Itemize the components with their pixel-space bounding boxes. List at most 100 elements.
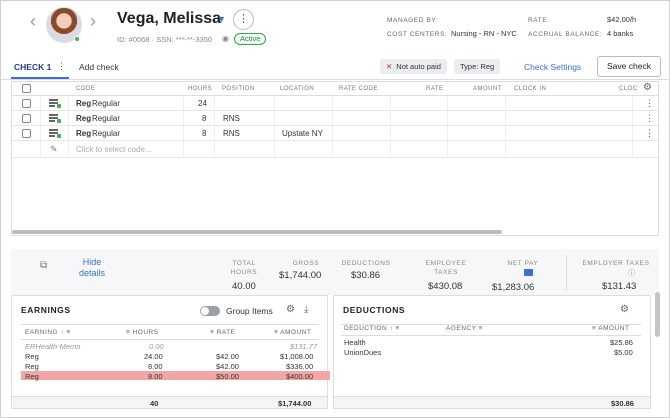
total-hours-value: 40.00 xyxy=(232,281,256,292)
filter-icon[interactable]: ≡ xyxy=(479,325,483,332)
col-hours[interactable]: ≡ HOURS xyxy=(126,329,159,336)
earning-row-amount: $131.77 xyxy=(290,342,318,351)
col-earning[interactable]: EARNING ↑ ≡ xyxy=(25,329,71,336)
col-amount[interactable]: AMOUNT xyxy=(473,86,502,92)
row-checkbox[interactable] xyxy=(22,129,31,138)
filter-icon[interactable]: ≡ xyxy=(67,329,71,336)
row-hours[interactable]: 24 xyxy=(198,99,207,108)
gear-icon[interactable]: ⚙ xyxy=(643,82,652,93)
col-clock-out[interactable]: CLOC xyxy=(619,86,638,92)
deductions-label: DEDUCTIONS xyxy=(341,260,391,267)
deductions-panel: DEDUCTIONS ⚙ DEDUCTION ↑ ≡ AGENCY ≡ ≡ AM… xyxy=(333,295,651,409)
col-location[interactable]: LOCATION xyxy=(280,86,314,92)
col-hours[interactable]: HOURS xyxy=(188,86,212,92)
highlighted-row[interactable] xyxy=(21,371,330,380)
earning-row-rate: $42.00 xyxy=(216,352,239,361)
save-check-button[interactable]: Save check xyxy=(597,56,661,77)
code-select-input[interactable]: Click to select code... xyxy=(76,145,152,154)
col-clock-in[interactable]: CLOCK IN xyxy=(514,86,546,92)
earning-row-hours: 8.00 xyxy=(148,362,163,371)
check-settings-link[interactable]: Check Settings xyxy=(524,62,581,72)
row-hours[interactable]: 8 xyxy=(202,129,206,138)
col-agency[interactable]: AGENCY ≡ xyxy=(446,325,483,332)
earnings-total-amount: $1,744.00 xyxy=(278,399,312,408)
chip-label: Not auto paid xyxy=(396,62,441,71)
sort-asc-icon[interactable]: ↑ xyxy=(60,329,64,336)
horizontal-scrollbar[interactable] xyxy=(12,230,502,234)
chip-label: Type: Reg xyxy=(460,62,495,71)
earning-row-amount: $400.00 xyxy=(286,372,314,381)
cost-centers-value: Nursing - RN - NYC xyxy=(451,29,517,38)
col-amount[interactable]: ≡ AMOUNT xyxy=(592,325,629,332)
cost-centers-label: COST CENTERS: xyxy=(387,31,448,38)
table-row[interactable]: Reg Regular 8 RNS ⋮ xyxy=(12,111,658,126)
col-rate-code[interactable]: RATE CODE xyxy=(339,86,378,92)
earning-row-rate: $42.00 xyxy=(216,362,239,371)
filter-icon[interactable]: ≡ xyxy=(396,325,400,332)
new-line-row[interactable]: ✎ Click to select code... xyxy=(12,141,658,158)
row-code: Reg xyxy=(76,99,92,108)
earnings-panel: EARNINGS Group Items ⚙ ⤓ EARNING ↑ ≡ ≡ H… xyxy=(11,295,330,409)
filter-icon[interactable]: ≡ xyxy=(274,329,278,336)
row-menu-icon[interactable]: ⋮ xyxy=(645,128,654,139)
earning-row-rate: $50.00 xyxy=(216,372,239,381)
row-hours[interactable]: 8 xyxy=(202,114,206,123)
earning-row-name: Reg xyxy=(25,362,39,371)
table-row[interactable]: Reg Regular 8 RNS Upstate NY ⋮ xyxy=(12,126,658,141)
pencil-icon[interactable]: ✎ xyxy=(50,144,58,155)
close-icon[interactable]: ✕ xyxy=(386,62,392,71)
next-employee-icon[interactable]: › xyxy=(90,11,96,32)
col-code[interactable]: CODE xyxy=(76,86,95,92)
select-all-checkbox[interactable] xyxy=(22,84,31,93)
col-deduction[interactable]: DEDUCTION ↑ ≡ xyxy=(344,325,400,332)
chevron-down-icon[interactable]: ▼ xyxy=(217,14,226,24)
col-amount[interactable]: ≡ AMOUNT xyxy=(274,329,311,336)
group-items-label: Group Items xyxy=(226,306,273,316)
table-row[interactable]: Reg Regular 24 ⋮ xyxy=(12,96,658,111)
col-hours-label: HOURS xyxy=(132,329,159,336)
row-checkbox[interactable] xyxy=(22,99,31,108)
col-rate-label: RATE xyxy=(216,329,236,336)
external-link-icon[interactable]: ⧉ xyxy=(40,260,47,271)
row-menu-icon[interactable]: ⋮ xyxy=(645,98,654,109)
not-auto-paid-chip[interactable]: ✕ Not auto paid xyxy=(380,59,447,74)
status-badge: Active xyxy=(234,33,267,45)
filter-icon[interactable]: ≡ xyxy=(210,329,214,336)
row-code-desc: Regular xyxy=(92,99,121,108)
tab-check-1[interactable]: CHECK 1 xyxy=(14,62,51,72)
row-location[interactable]: Upstate NY xyxy=(282,129,323,138)
row-menu-icon[interactable]: ⋮ xyxy=(645,113,654,124)
info-icon[interactable]: ⓘ xyxy=(628,268,635,278)
eye-icon[interactable]: ◉ xyxy=(222,34,229,43)
hide-details-link[interactable]: Hide details xyxy=(69,257,115,279)
group-items-toggle[interactable] xyxy=(200,306,220,316)
filter-icon[interactable]: ≡ xyxy=(592,325,596,332)
sort-asc-icon[interactable]: ↑ xyxy=(389,325,393,332)
row-position[interactable]: RNS xyxy=(223,114,240,123)
tab-menu-icon[interactable]: ⋮ xyxy=(57,61,66,72)
line-details-icon[interactable] xyxy=(49,128,61,138)
gear-icon[interactable]: ⚙ xyxy=(286,304,295,315)
gear-icon[interactable]: ⚙ xyxy=(620,304,629,315)
row-checkbox[interactable] xyxy=(22,114,31,123)
employer-taxes-value: $131.43 xyxy=(602,281,637,292)
filter-icon[interactable]: ≡ xyxy=(126,329,130,336)
col-earning-label: EARNING xyxy=(25,329,59,336)
more-options-icon[interactable]: ⋮ xyxy=(233,9,254,30)
earning-row-hours: 24.00 xyxy=(144,352,163,361)
col-position[interactable]: POSITION xyxy=(222,86,255,92)
col-rate[interactable]: RATE xyxy=(426,86,444,92)
col-rate[interactable]: ≡ RATE xyxy=(210,329,235,336)
line-details-icon[interactable] xyxy=(49,113,61,123)
tabs-divider xyxy=(1,79,670,80)
download-icon[interactable]: ⤓ xyxy=(304,304,308,315)
employee-name: Vega, Melissa xyxy=(117,10,222,27)
vertical-scrollbar[interactable] xyxy=(655,292,660,337)
line-details-icon[interactable] xyxy=(49,98,61,108)
add-check-button[interactable]: Add check xyxy=(79,62,119,72)
row-position[interactable]: RNS xyxy=(223,129,240,138)
type-chip[interactable]: Type: Reg xyxy=(454,59,501,74)
rate-label: RATE: xyxy=(528,17,550,24)
check-totals: ⧉ Hide details TOTAL HOURS 40.00 GROSS $… xyxy=(11,249,659,295)
prev-employee-icon[interactable]: ‹ xyxy=(30,11,36,32)
